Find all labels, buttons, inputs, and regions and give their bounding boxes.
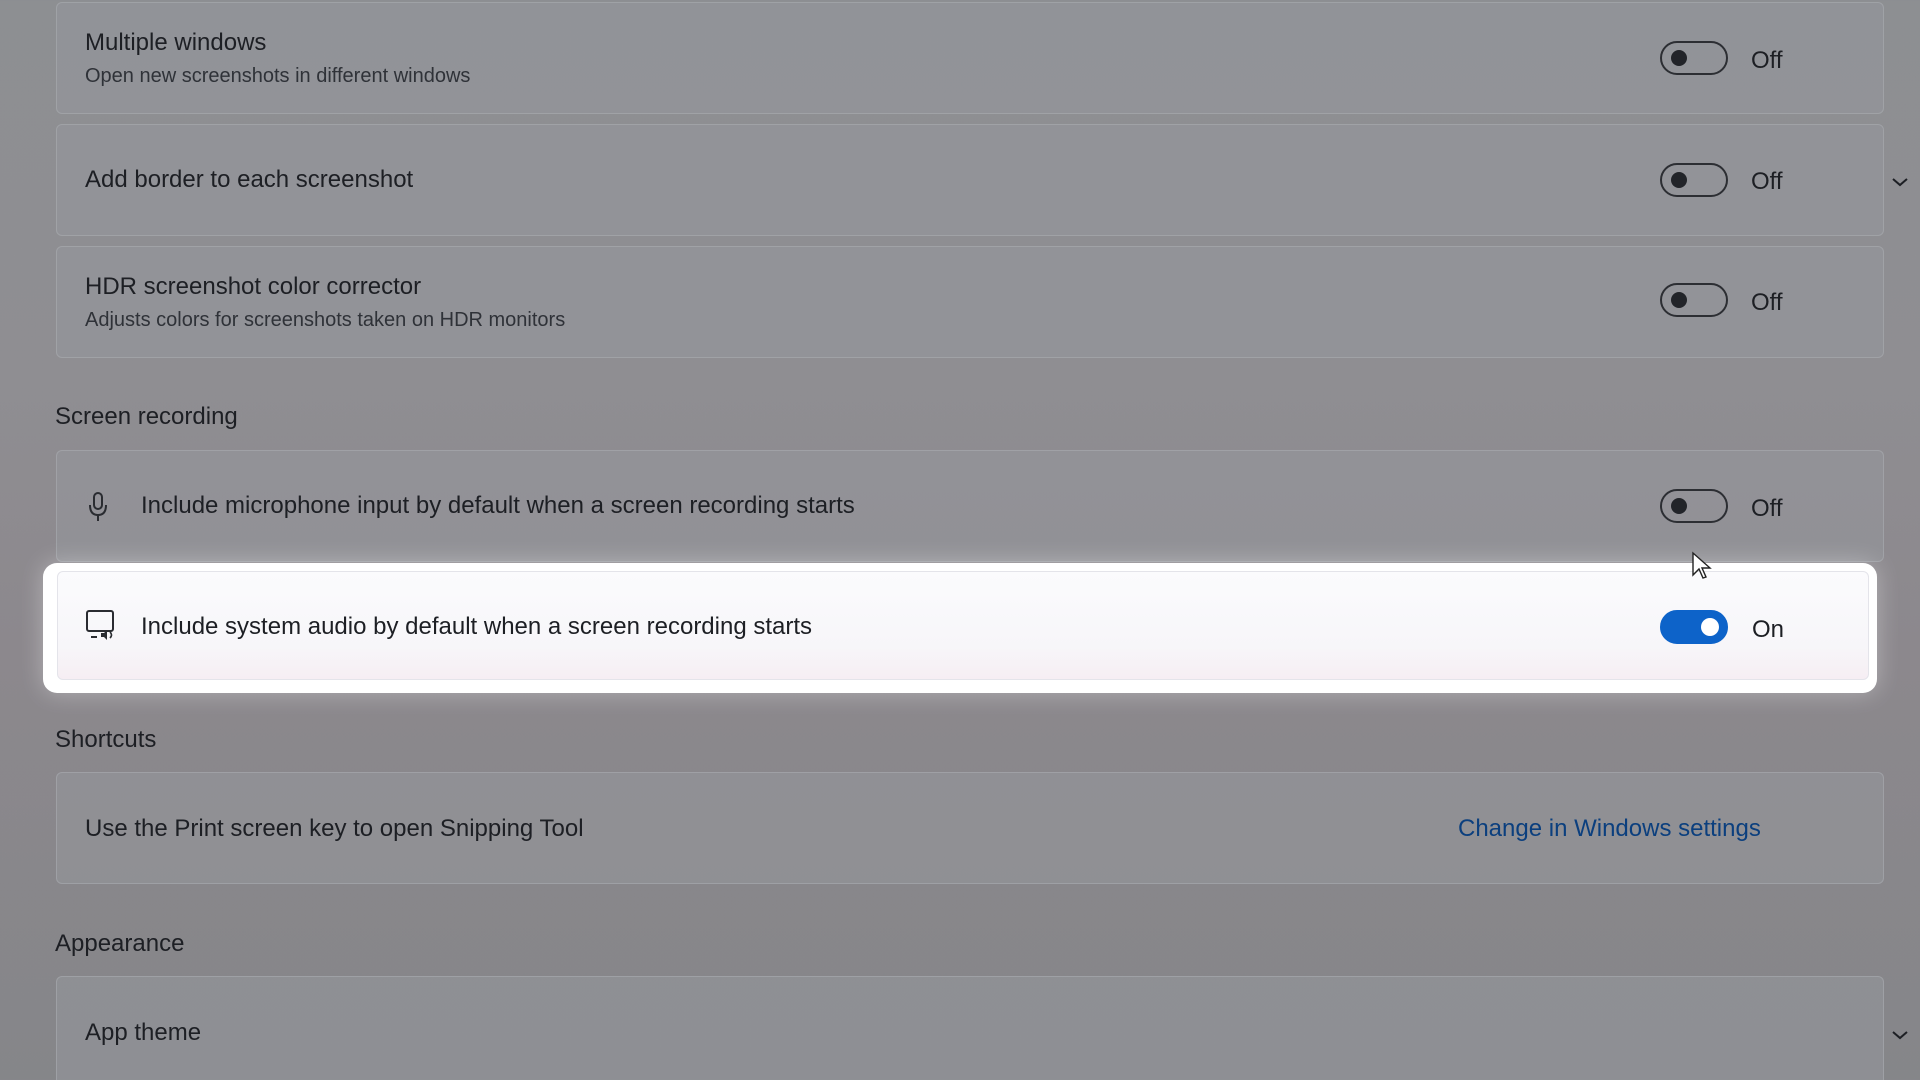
toggle-knob	[1671, 498, 1687, 514]
microphone-card: Include microphone input by default when…	[56, 450, 1884, 562]
toggle-knob	[1671, 50, 1687, 66]
multiple-windows-toggle[interactable]	[1660, 41, 1728, 75]
toggle-knob	[1671, 172, 1687, 188]
chevron-down-icon[interactable]	[1891, 1029, 1909, 1041]
multiple-windows-description: Open new screenshots in different window…	[85, 65, 471, 87]
system-audio-highlight: Include system audio by default when a s…	[43, 563, 1877, 693]
app-theme-card[interactable]: App theme	[56, 976, 1908, 1080]
hdr-description: Adjusts colors for screenshots taken on …	[85, 309, 566, 331]
system-audio-title: Include system audio by default when a s…	[141, 613, 813, 640]
multiple-windows-card: Multiple windows Open new screenshots in…	[56, 2, 1884, 114]
multiple-windows-title: Multiple windows	[85, 29, 267, 56]
shortcuts-header: Shortcuts	[55, 726, 157, 753]
add-border-card[interactable]: Add border to each screenshot Off	[56, 124, 1908, 236]
print-screen-title: Use the Print screen key to open Snippin…	[85, 815, 584, 842]
toggle-knob	[1701, 618, 1719, 636]
print-screen-card: Use the Print screen key to open Snippin…	[56, 772, 1884, 884]
microphone-state: Off	[1751, 495, 1783, 522]
hdr-card: HDR screenshot color corrector Adjusts c…	[56, 246, 1884, 358]
system-audio-card: Include system audio by default when a s…	[57, 571, 1869, 680]
change-windows-settings-link[interactable]: Change in Windows settings	[1458, 815, 1761, 843]
hdr-state: Off	[1751, 289, 1783, 316]
appearance-header: Appearance	[55, 930, 185, 957]
hdr-toggle[interactable]	[1660, 283, 1728, 317]
add-border-state: Off	[1751, 168, 1783, 195]
add-border-title: Add border to each screenshot	[85, 166, 414, 193]
add-border-toggle[interactable]	[1660, 163, 1728, 197]
app-theme-title: App theme	[85, 1019, 202, 1046]
microphone-icon	[89, 492, 107, 521]
multiple-windows-state: Off	[1751, 47, 1783, 74]
hdr-title: HDR screenshot color corrector	[85, 273, 422, 300]
toggle-knob	[1671, 292, 1687, 308]
screen-recording-header: Screen recording	[55, 403, 238, 430]
microphone-toggle[interactable]	[1660, 489, 1728, 523]
microphone-title: Include microphone input by default when…	[141, 492, 855, 519]
mouse-cursor-icon	[1692, 551, 1712, 579]
chevron-down-icon[interactable]	[1891, 176, 1909, 188]
system-audio-icon	[86, 610, 114, 640]
system-audio-toggle[interactable]	[1660, 610, 1728, 644]
system-audio-state: On	[1752, 616, 1785, 643]
